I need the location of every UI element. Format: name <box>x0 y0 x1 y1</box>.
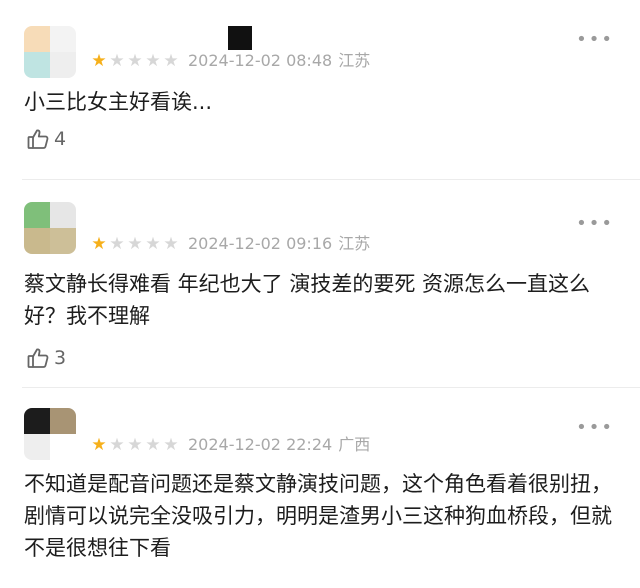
comment-meta: 2024-12-02 22:24 广西 <box>188 435 370 455</box>
rating-stars: ★ ★ ★ ★ ★ <box>90 435 180 455</box>
star-icon: ★ <box>145 51 161 71</box>
star-icon: ★ <box>163 51 179 71</box>
comment-item: ★ ★ ★ ★ ★ 2024-12-02 08:48 江苏 ••• 小三比女主好看诶...… <box>0 0 640 182</box>
avatar-tile <box>24 408 50 434</box>
like-button[interactable]: 4 <box>26 126 66 152</box>
star-icon: ★ <box>109 234 125 254</box>
avatar-tile <box>50 228 76 254</box>
avatar[interactable] <box>24 202 76 254</box>
avatar-tile <box>24 26 50 52</box>
more-dots-icon[interactable]: ••• <box>576 418 614 438</box>
like-button[interactable]: 3 <box>26 345 66 371</box>
comment-item: ★ ★ ★ ★ ★ 2024-12-02 09:16 江苏 ••• 蔡文静长得难看 年纪也… <box>0 182 640 388</box>
more-dots-icon[interactable]: ••• <box>576 30 614 50</box>
comment-region: 广西 <box>338 435 371 454</box>
star-icon: ★ <box>91 435 107 455</box>
star-icon: ★ <box>109 435 125 455</box>
star-icon: ★ <box>91 51 107 71</box>
comment-date: 2024-12-02 09:16 <box>188 234 333 253</box>
comment-text: 不知道是配音问题还是蔡文静演技问题，这个角色看着很别扭，剧情可以说完全没吸引力，… <box>24 472 612 560</box>
comment-meta: 2024-12-02 09:16 江苏 <box>188 234 370 254</box>
comment-text: 蔡文静长得难看 年纪也大了 演技差的要死 资源怎么一直这么好？我不理解 <box>24 272 591 328</box>
avatar-tile <box>50 52 76 78</box>
comment-region: 江苏 <box>338 234 371 253</box>
avatar-tile <box>24 228 50 254</box>
avatar-tile <box>24 202 50 228</box>
thumbs-up-icon <box>26 346 50 370</box>
comment-region: 江苏 <box>338 51 371 70</box>
star-icon: ★ <box>91 234 107 254</box>
avatar[interactable] <box>24 26 76 78</box>
avatar-tile <box>50 434 76 460</box>
thumbs-up-icon <box>26 127 50 151</box>
star-icon: ★ <box>145 435 161 455</box>
star-icon: ★ <box>127 234 143 254</box>
avatar-tile <box>24 52 50 78</box>
star-icon: ★ <box>109 51 125 71</box>
star-icon: ★ <box>163 435 179 455</box>
comment-text: 小三比女主好看诶... <box>24 90 213 114</box>
avatar-tile <box>24 434 50 460</box>
star-icon: ★ <box>127 51 143 71</box>
star-icon: ★ <box>127 435 143 455</box>
comment-date: 2024-12-02 08:48 <box>188 51 333 70</box>
divider <box>22 179 640 180</box>
star-icon: ★ <box>145 234 161 254</box>
rating-stars: ★ ★ ★ ★ ★ <box>90 51 180 71</box>
avatar-tile <box>50 26 76 52</box>
more-dots-icon[interactable]: ••• <box>576 214 614 234</box>
avatar-tile <box>50 408 76 434</box>
username-redacted <box>228 26 252 50</box>
avatar-tile <box>50 202 76 228</box>
like-count: 3 <box>54 347 67 369</box>
avatar[interactable] <box>24 408 76 460</box>
comment-date: 2024-12-02 22:24 <box>188 435 333 454</box>
like-count: 4 <box>54 128 67 150</box>
rating-stars: ★ ★ ★ ★ ★ <box>90 234 180 254</box>
star-icon: ★ <box>163 234 179 254</box>
comment-item: ★ ★ ★ ★ ★ 2024-12-02 22:24 广西 ••• 不知道是配音问题还是蔡… <box>0 388 640 588</box>
comment-meta: 2024-12-02 08:48 江苏 <box>188 51 370 71</box>
